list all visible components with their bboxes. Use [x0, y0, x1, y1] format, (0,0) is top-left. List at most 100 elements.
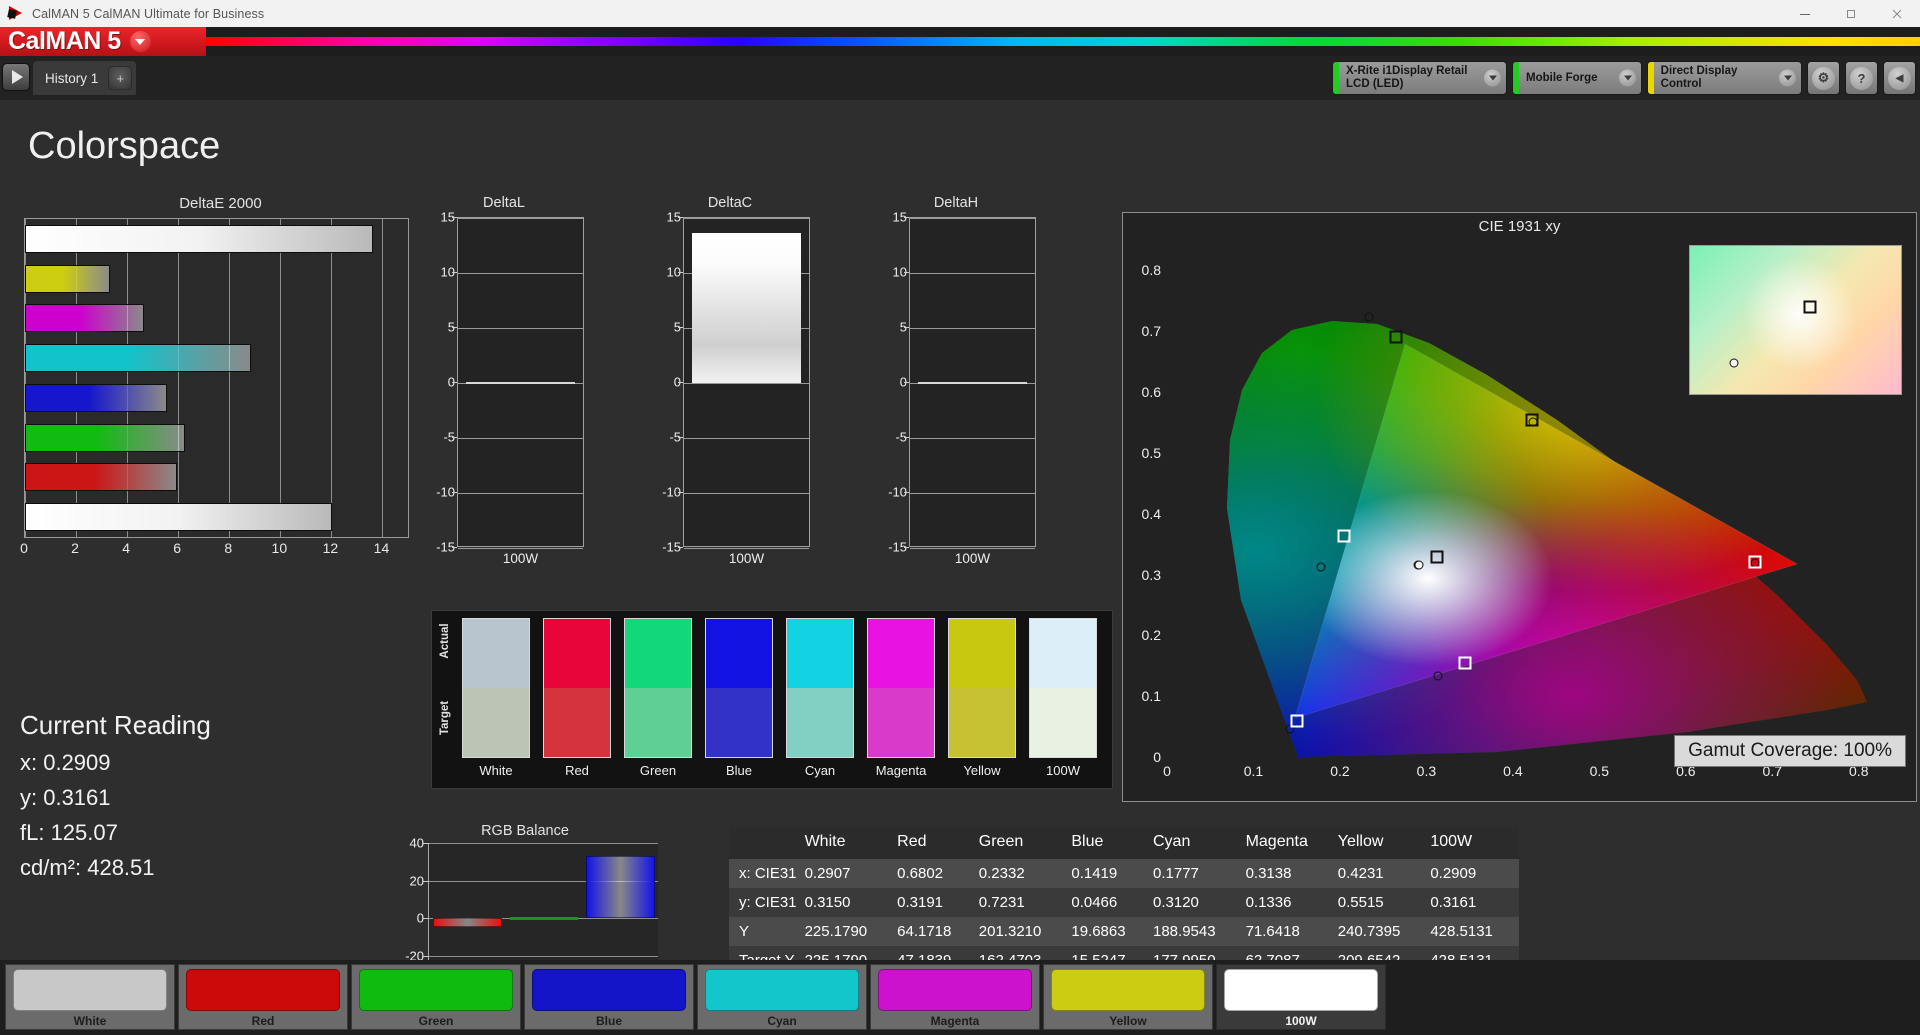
- session-play-button[interactable]: [2, 63, 30, 91]
- close-icon[interactable]: [1874, 0, 1920, 27]
- help-button[interactable]: ?: [1845, 61, 1878, 95]
- comparison-swatch: [462, 618, 530, 758]
- deltae-x-tick: 0: [20, 540, 28, 556]
- delta-gridline: [684, 493, 809, 494]
- table-cell: 240.7395: [1337, 923, 1401, 940]
- delta-y-tick: -5: [895, 429, 907, 445]
- minimize-icon[interactable]: [1782, 0, 1828, 27]
- maximize-icon[interactable]: [1828, 0, 1874, 27]
- swatch-button-100w[interactable]: 100W: [1216, 964, 1386, 1030]
- meter-line2: LCD (LED): [1346, 78, 1404, 90]
- swatch-chip: [185, 969, 341, 1011]
- delta-y-tickmark: [904, 327, 909, 328]
- deltal-plot-area: [457, 217, 584, 549]
- current-reading-panel: Current Reading x: 0.2909 y: 0.3161 fL: …: [20, 710, 211, 881]
- control-chevron-down-icon[interactable]: [1779, 69, 1796, 87]
- delta-gridline: [458, 328, 583, 329]
- tab-history-1[interactable]: History 1 +: [33, 61, 137, 95]
- comparison-label: Blue: [725, 763, 753, 778]
- table-header-row: White Red Green Blue Cyan Magenta Yellow 100W: [729, 827, 1519, 859]
- table-cell: 0.5515: [1337, 894, 1384, 911]
- actual-swatch: [868, 619, 934, 688]
- inset-measured-marker: [1729, 358, 1739, 368]
- cie-y-tick: 0.4: [1141, 505, 1161, 522]
- table-cell: 201.3210: [978, 923, 1042, 940]
- cie-y-tick: 0.6: [1141, 384, 1161, 401]
- delta-y-tickmark: [678, 437, 683, 438]
- delta-y-tick: 15: [666, 209, 681, 225]
- swatch-button-magenta[interactable]: Magenta: [870, 964, 1040, 1030]
- swatch-button-green[interactable]: Green: [351, 964, 521, 1030]
- deltae-bar: [25, 503, 333, 532]
- main-content: Colorspace DeltaE 2000 0 2 4 6 8 10 12 14 Delta…: [0, 100, 1920, 1014]
- deltae-x-tick: 10: [271, 540, 288, 556]
- target-swatch: [1030, 688, 1096, 757]
- rgb-y-tick: 20: [409, 873, 424, 888]
- delta-y-tick: -5: [443, 429, 455, 445]
- rgb-y-tickmark: [423, 955, 429, 957]
- cie-y-tick: 0.7: [1141, 323, 1161, 340]
- add-tab-button[interactable]: +: [108, 66, 133, 90]
- table-cell: 0.1336: [1245, 894, 1292, 911]
- swatch-button-red[interactable]: Red: [178, 964, 348, 1030]
- comparison-swatch: [705, 618, 773, 758]
- source-chevron-down-icon[interactable]: [1619, 69, 1636, 87]
- calman-brand-button[interactable]: CalMAN 5: [0, 27, 206, 56]
- deltae-gridline: [178, 219, 180, 537]
- delta-bar: [466, 382, 575, 384]
- delta-y-tickmark: [452, 437, 457, 438]
- deltae-plot-area: [24, 218, 409, 538]
- delta-y-tickmark: [452, 327, 457, 328]
- reading-x: x: 0.2909: [20, 750, 111, 775]
- comparison-swatch: [1029, 618, 1097, 758]
- delta-y-tickmark: [678, 327, 683, 328]
- reading-cdm2: cd/m²: 428.51: [20, 855, 155, 880]
- meter-selector[interactable]: X-Rite i1Display Retail LCD (LED): [1332, 61, 1507, 95]
- history-tab-label: History 1: [45, 70, 99, 86]
- comparison-label: Cyan: [804, 763, 836, 778]
- table-cell: 0.7231: [978, 894, 1025, 911]
- meter-chevron-down-icon[interactable]: [1484, 69, 1501, 87]
- gear-icon: ⚙: [1812, 66, 1835, 90]
- delta-y-tick: 10: [666, 264, 681, 280]
- source-selector[interactable]: Mobile Forge: [1512, 61, 1642, 95]
- target-swatch: [463, 688, 529, 757]
- deltae-x-tick: 2: [71, 540, 79, 556]
- settings-button[interactable]: ⚙: [1807, 61, 1840, 95]
- delta-y-tickmark: [904, 547, 909, 548]
- reading-y: y: 0.3161: [20, 785, 111, 810]
- delta-y-tickmark: [452, 382, 457, 383]
- cie-1931-chart: CIE 1931 xy 0 0.1 0.2 0.3 0.4 0.5 0.6 0.…: [1122, 212, 1917, 802]
- window-title: CalMAN 5 CalMAN Ultimate for Business: [32, 6, 265, 21]
- brand-chevron-down-icon[interactable]: [129, 31, 151, 52]
- swatch-button-yellow[interactable]: Yellow: [1043, 964, 1213, 1030]
- deltae-bar: [25, 344, 251, 373]
- deltae-chart-title: DeltaE 2000: [179, 195, 262, 212]
- deltah-x-label: 100W: [954, 551, 991, 566]
- comparison-label: Red: [565, 763, 589, 778]
- page-title: Colorspace: [28, 125, 221, 167]
- collapse-panel-button[interactable]: ◀: [1883, 61, 1916, 95]
- comparison-axis-labels: Actual Target: [434, 617, 456, 757]
- delta-y-tickmark: [904, 272, 909, 273]
- comparison-swatch: [948, 618, 1016, 758]
- table-column-header: 100W: [1426, 827, 1519, 859]
- swatch-button-blue[interactable]: Blue: [524, 964, 694, 1030]
- rgb-balance-title: RGB Balance: [481, 823, 569, 839]
- delta-y-tick: 10: [440, 264, 455, 280]
- swatch-button-white[interactable]: White: [5, 964, 175, 1030]
- swatch-button-cyan[interactable]: Cyan: [697, 964, 867, 1030]
- rgb-gridline: [429, 843, 658, 844]
- delta-y-tick: 5: [876, 320, 907, 335]
- target-swatch: [544, 688, 610, 757]
- table-column-header: Blue: [1067, 827, 1149, 859]
- display-control-selector[interactable]: Direct Display Control: [1647, 61, 1802, 95]
- comparison-column: Cyan: [786, 618, 854, 778]
- rgb-balance-bar: [509, 916, 579, 920]
- cie-target-marker: [1525, 413, 1539, 427]
- table-column-header: Green: [974, 827, 1068, 859]
- delta-gridline: [910, 548, 1035, 549]
- deltae-gridline: [280, 219, 282, 537]
- actual-swatch: [949, 619, 1015, 688]
- deltae-gridline: [382, 219, 384, 537]
